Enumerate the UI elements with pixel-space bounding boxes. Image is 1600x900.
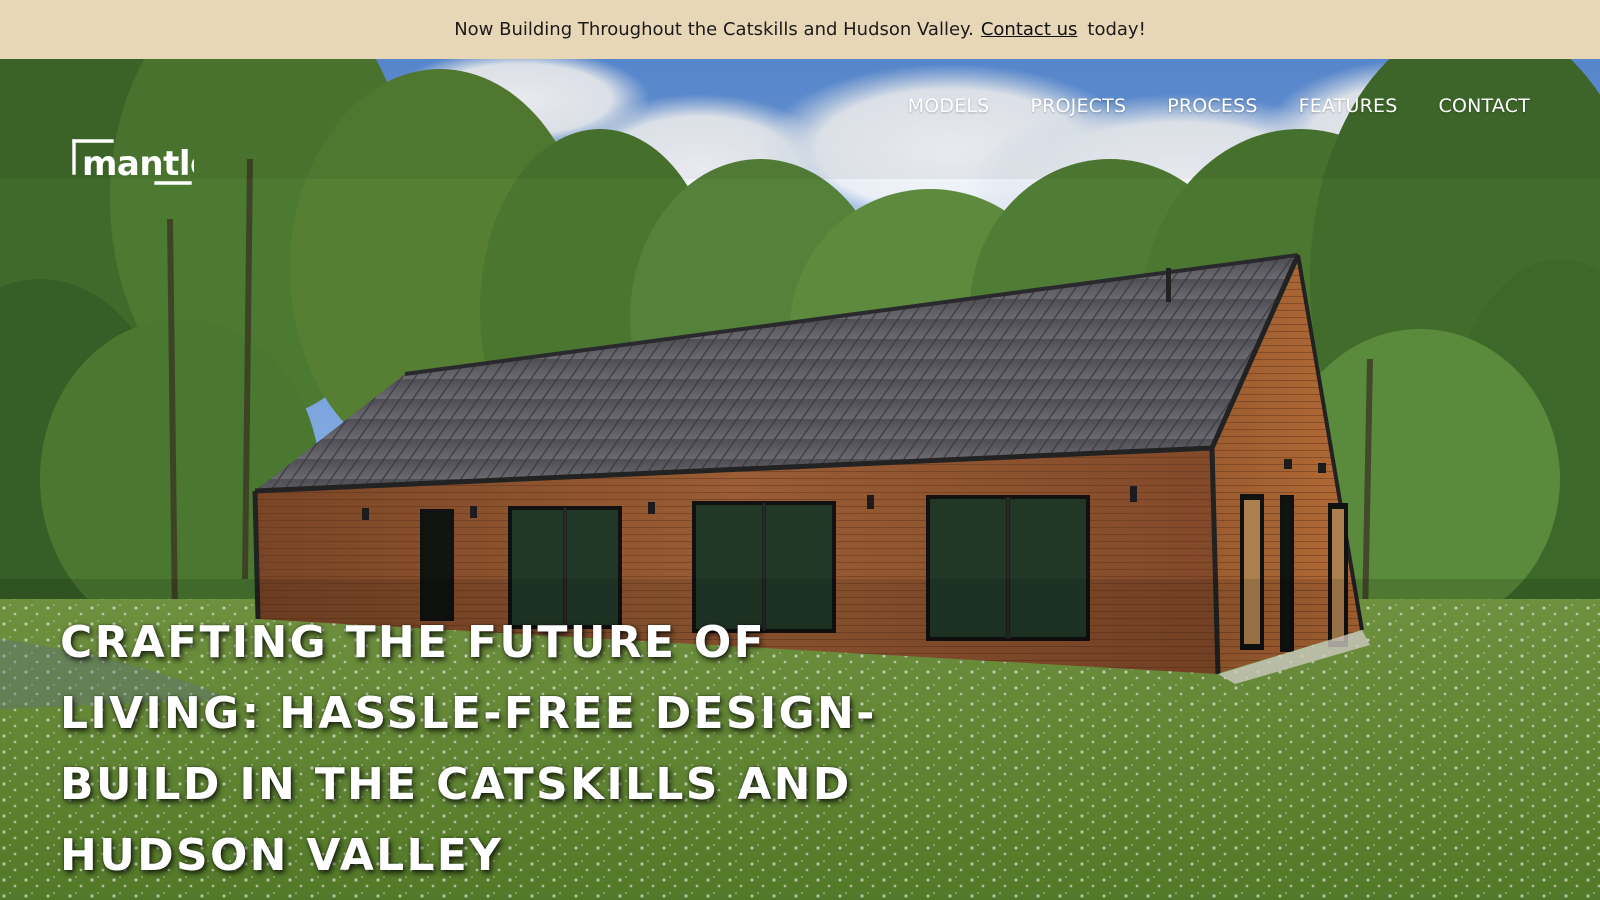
main-nav: MODELS PROJECTS PROCESS FEATURES CONTACT — [908, 95, 1530, 117]
announcement-text: Now Building Throughout the Catskills an… — [454, 19, 974, 40]
contact-us-link[interactable]: Contact us — [981, 19, 1078, 40]
svg-text:mantle: mantle — [82, 144, 194, 184]
nav-item-process[interactable]: PROCESS — [1167, 95, 1257, 117]
hero-headline: CRAFTING THE FUTURE OF LIVING: HASSLE-FR… — [60, 617, 877, 881]
nav-item-models[interactable]: MODELS — [908, 95, 990, 117]
nav-item-contact[interactable]: CONTACT — [1438, 95, 1530, 117]
nav-item-features[interactable]: FEATURES — [1299, 95, 1398, 117]
announcement-text-end: today! — [1087, 19, 1146, 40]
mantle-logo[interactable]: mantle — [72, 139, 194, 185]
announcement-bar: Now Building Throughout the Catskills an… — [0, 0, 1600, 59]
nav-item-projects[interactable]: PROJECTS — [1030, 95, 1126, 117]
